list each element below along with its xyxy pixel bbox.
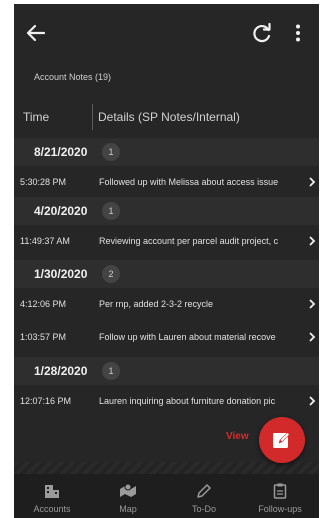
note-time: 4:12:06 PM [20, 299, 67, 309]
column-divider [92, 104, 93, 130]
column-details-header: Details (SP Notes/Internal) [98, 110, 240, 124]
group-date: 8/21/2020 [34, 145, 88, 159]
group-count-badge: 1 [102, 202, 120, 220]
bottom-navigation: Accounts Map To-Do Follow-ups [14, 474, 319, 518]
nav-map[interactable]: Map [90, 474, 166, 518]
chevron-right-icon [309, 177, 316, 187]
group-count-badge: 2 [102, 265, 120, 283]
app-bar [14, 4, 319, 60]
group-date: 1/30/2020 [34, 267, 88, 281]
nav-todo-label: To-Do [191, 504, 216, 514]
nav-todo[interactable]: To-Do [166, 474, 242, 518]
edit-note-icon [273, 431, 291, 448]
pencil-icon [197, 484, 211, 498]
note-row[interactable]: 11:49:37 AM Reviewing account per parcel… [14, 226, 319, 256]
notes-count-title: Account Notes (19) [34, 72, 112, 82]
refresh-icon[interactable] [250, 21, 274, 45]
note-time: 1:03:57 PM [20, 332, 67, 342]
chevron-right-icon [309, 299, 316, 309]
clipboard-icon [273, 483, 287, 499]
note-text: Per rnp, added 2-3-2 recycle [99, 299, 214, 309]
decorative-band [14, 462, 319, 474]
note-text: Followed up with Melissa about access is… [99, 177, 279, 187]
nav-follow-ups-label: Follow-ups [258, 504, 302, 514]
edit-note-button[interactable] [259, 417, 305, 463]
date-group-header: 1/28/2020 1 [14, 357, 319, 385]
note-text: Reviewing account per parcel audit proje… [99, 236, 279, 246]
date-group-header: 8/21/2020 1 [14, 138, 319, 166]
column-time-header: Time [23, 110, 50, 124]
nav-accounts-label: Accounts [33, 504, 71, 514]
note-row[interactable]: 4:12:06 PM Per rnp, added 2-3-2 recycle [14, 289, 319, 319]
note-text: Lauren inquiring about furniture donatio… [99, 396, 276, 406]
note-time: 12:07:16 PM [20, 396, 72, 406]
chevron-right-icon [309, 332, 316, 342]
view-label[interactable]: View [226, 431, 249, 442]
note-row[interactable]: 1:03:57 PM Follow up with Lauren about m… [14, 322, 319, 352]
note-row[interactable]: 12:07:16 PM Lauren inquiring about furni… [14, 386, 319, 416]
back-arrow-icon[interactable] [24, 21, 48, 45]
accounts-icon [45, 485, 59, 498]
date-group-header: 1/30/2020 2 [14, 260, 319, 288]
note-time: 5:30:28 PM [20, 177, 67, 187]
note-text: Follow up with Lauren about material rec… [99, 332, 276, 342]
map-icon [120, 483, 136, 497]
nav-map-label: Map [119, 504, 137, 514]
nav-follow-ups[interactable]: Follow-ups [242, 474, 318, 518]
group-date: 4/20/2020 [34, 204, 88, 218]
group-date: 1/28/2020 [34, 364, 88, 378]
nav-accounts[interactable]: Accounts [14, 474, 90, 518]
note-row[interactable]: 5:30:28 PM Followed up with Melissa abou… [14, 167, 319, 197]
phone-screen: Account Notes (19) Time Details (SP Note… [14, 4, 319, 518]
column-header: Time Details (SP Notes/Internal) [14, 100, 319, 132]
group-count-badge: 1 [102, 143, 120, 161]
date-group-header: 4/20/2020 1 [14, 197, 319, 225]
note-time: 11:49:37 AM [20, 236, 70, 246]
chevron-right-icon [309, 236, 316, 246]
group-count-badge: 1 [102, 362, 120, 380]
more-vertical-icon[interactable] [286, 21, 310, 45]
chevron-right-icon [309, 396, 316, 406]
